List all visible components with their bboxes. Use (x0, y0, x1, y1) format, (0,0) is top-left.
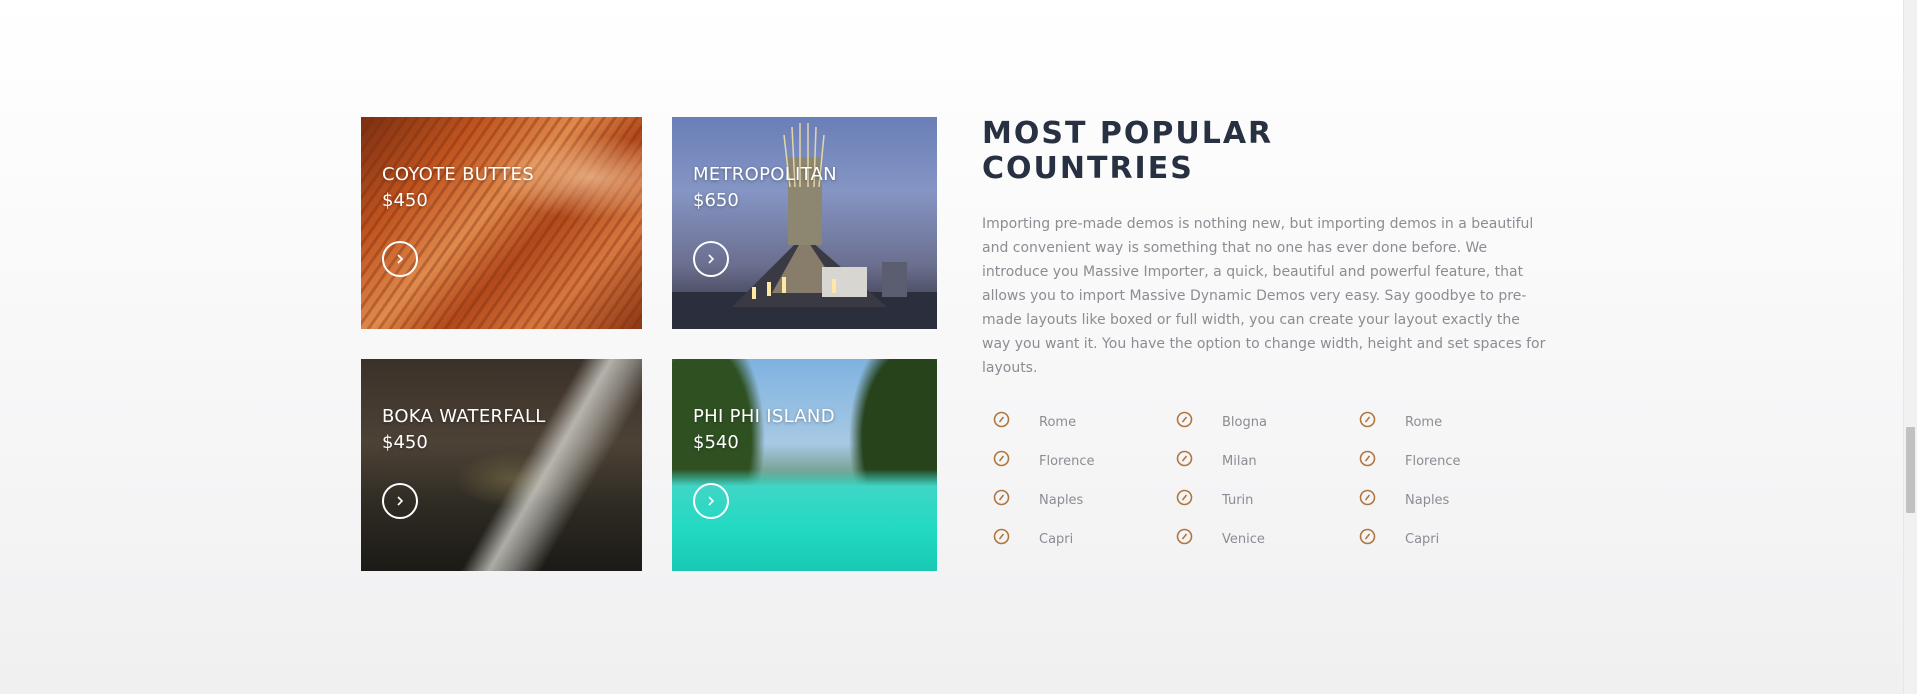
list-item-label: Venice (1222, 532, 1265, 547)
chevron-right-icon (708, 254, 715, 264)
list-item-label: Naples (1405, 493, 1450, 508)
chevron-right-icon (397, 254, 404, 264)
scrollbar[interactable] (1903, 0, 1917, 694)
destination-card-boka-waterfall[interactable]: BOKA WATERFALL $450 (361, 359, 642, 571)
check-circle-icon (993, 528, 1010, 545)
list-item-label: Capri (1039, 532, 1074, 547)
check-circle-icon (1359, 411, 1376, 428)
heading-line-1: MOST POPULAR (982, 116, 1274, 151)
list-item-label: Milan (1222, 454, 1257, 469)
check-circle-icon (1359, 450, 1376, 467)
chevron-right-icon (708, 496, 715, 506)
chevron-right-icon (397, 496, 404, 506)
list-item-label: Florence (1039, 454, 1095, 469)
list-item-label: Blogna (1222, 415, 1267, 430)
scrollbar-thumb[interactable] (1906, 427, 1915, 513)
card-image (361, 117, 642, 329)
card-price: $540 (693, 432, 739, 453)
check-circle-icon (1176, 489, 1193, 506)
list-item-label: Rome (1405, 415, 1443, 430)
card-title: BOKA WATERFALL (382, 406, 546, 427)
destination-card-metropolitan[interactable]: METROPOLITAN $650 (672, 117, 937, 329)
card-image-building (672, 123, 937, 329)
card-price: $450 (382, 432, 428, 453)
destination-card-coyote-buttes[interactable]: COYOTE BUTTES $450 (361, 117, 642, 329)
list-item-label: Turin (1222, 493, 1254, 508)
check-circle-icon (1359, 528, 1376, 545)
card-arrow-button[interactable] (382, 241, 418, 277)
card-title: PHI PHI ISLAND (693, 406, 835, 427)
check-circle-icon (993, 489, 1010, 506)
check-circle-icon (993, 450, 1010, 467)
section-description: Importing pre-made demos is nothing new,… (982, 216, 1546, 376)
check-circle-icon (1176, 528, 1193, 545)
list-item-label: Florence (1405, 454, 1461, 469)
list-item-label: Capri (1405, 532, 1440, 547)
card-arrow-button[interactable] (382, 483, 418, 519)
destination-card-phi-phi-island[interactable]: PHI PHI ISLAND $540 (672, 359, 937, 571)
card-image (361, 359, 642, 571)
list-item-label: Naples (1039, 493, 1084, 508)
card-title: COYOTE BUTTES (382, 164, 534, 185)
check-circle-icon (1176, 450, 1193, 467)
heading-line-2: COUNTRIES (982, 151, 1194, 186)
card-price: $450 (382, 190, 428, 211)
card-title: METROPOLITAN (693, 164, 837, 185)
check-circle-icon (993, 411, 1010, 428)
check-circle-icon (1176, 411, 1193, 428)
card-arrow-button[interactable] (693, 241, 729, 277)
card-arrow-button[interactable] (693, 483, 729, 519)
page: COYOTE BUTTES $450 METROPOLITAN $650 BOK… (0, 0, 1904, 694)
card-price: $650 (693, 190, 739, 211)
check-circle-icon (1359, 489, 1376, 506)
section-heading: MOST POPULAR COUNTRIES (982, 116, 1273, 186)
list-item-label: Rome (1039, 415, 1077, 430)
card-image (672, 359, 937, 571)
